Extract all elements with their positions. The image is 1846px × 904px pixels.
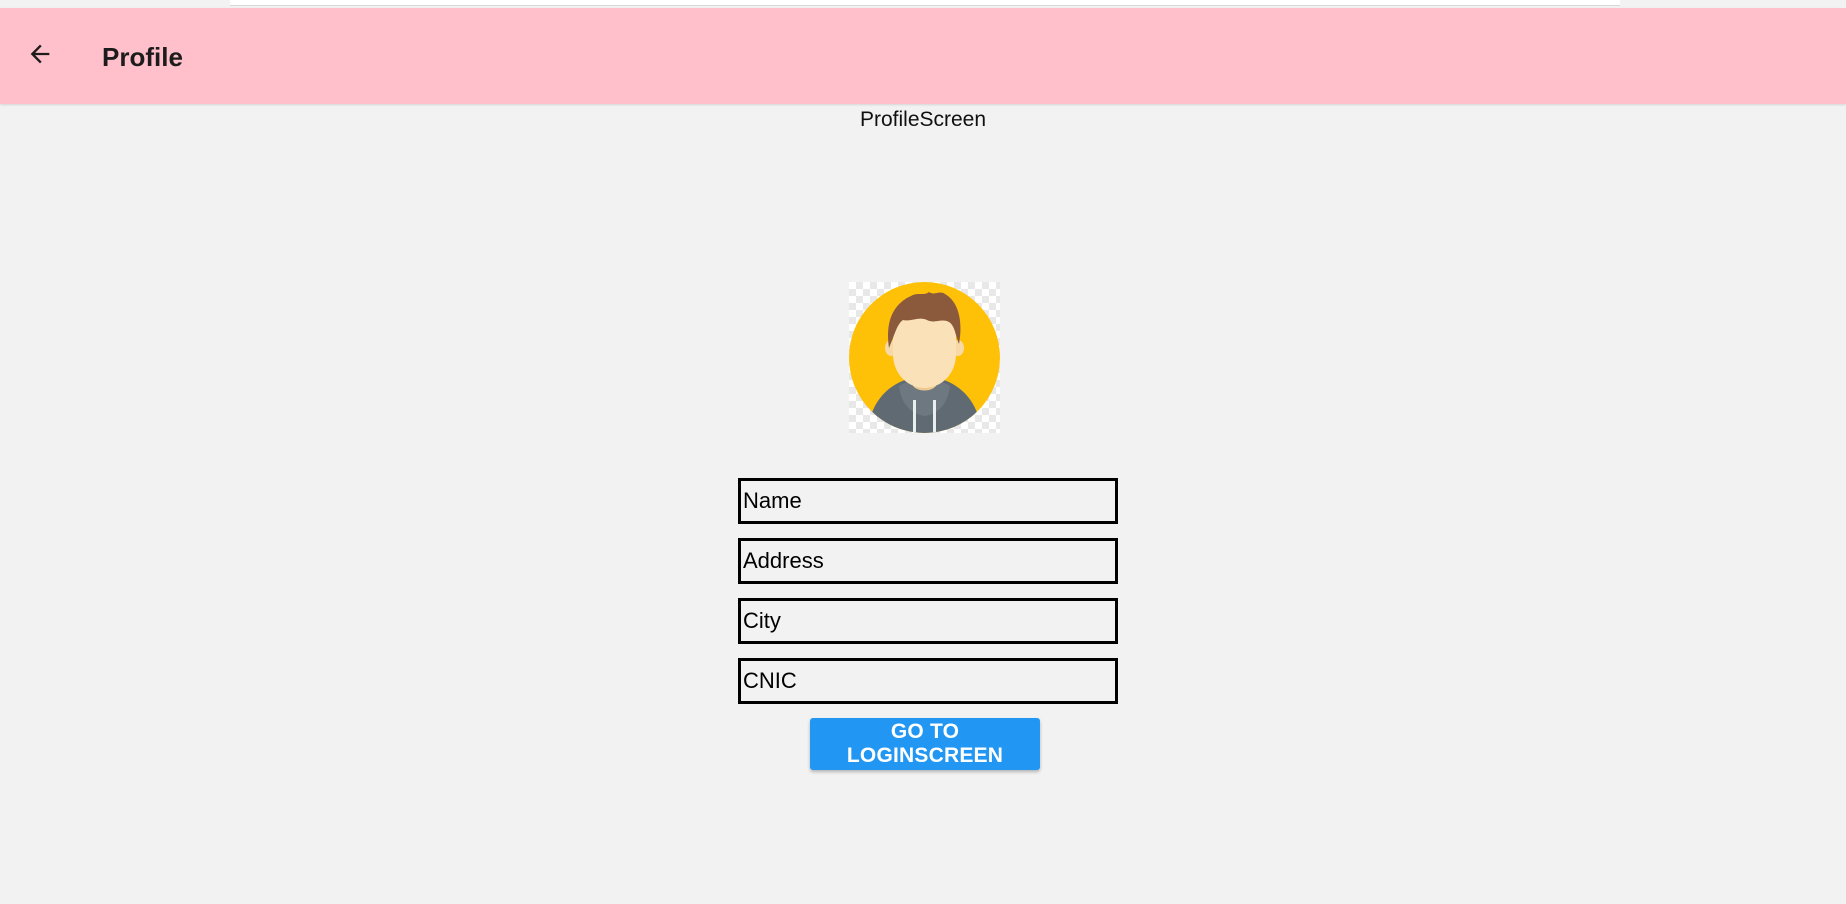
app-bar: Profile (0, 8, 1846, 104)
browser-address-bar-edge (230, 0, 1620, 6)
name-field[interactable] (738, 478, 1118, 524)
address-field[interactable] (738, 538, 1118, 584)
browser-top-strip (0, 0, 1846, 8)
avatar (849, 282, 1000, 433)
city-field[interactable] (738, 598, 1118, 644)
user-avatar-icon (849, 282, 1000, 433)
back-button[interactable] (18, 34, 62, 78)
page-title: Profile (102, 42, 183, 72)
screen-label: ProfileScreen (859, 108, 987, 131)
cnic-field[interactable] (738, 658, 1118, 704)
arrow-left-icon (26, 40, 54, 73)
go-to-login-button[interactable]: GO TO LOGINSCREEN (810, 718, 1040, 770)
